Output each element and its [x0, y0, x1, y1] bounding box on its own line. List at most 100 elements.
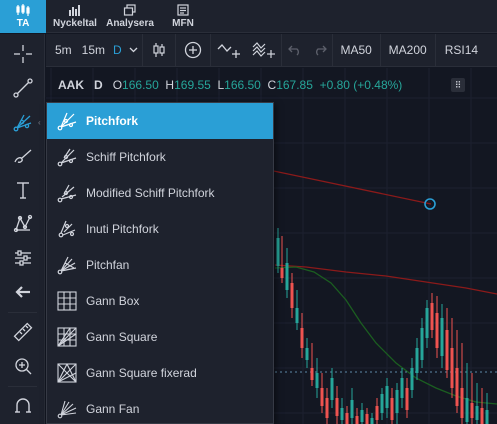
- menu-item-label: Inuti Pitchfork: [86, 222, 159, 236]
- candle-body: [420, 328, 424, 360]
- prediction-tool[interactable]: [0, 241, 45, 275]
- app-root: TA Nyckeltal Analysera MFN ‹ 5m 15m D MA…: [0, 0, 497, 424]
- measure-tool[interactable]: [0, 315, 45, 349]
- chevron-down-icon: [129, 47, 138, 53]
- plus-circle-icon: [184, 41, 201, 59]
- menu-item-schiff-pitchfork[interactable]: Schiff Pitchfork: [47, 139, 273, 175]
- menu-item-inside-pitchfork[interactable]: Inuti Pitchfork: [47, 211, 273, 247]
- ta-chart-icon: [16, 4, 30, 16]
- candle-body: [345, 413, 349, 424]
- candle-body: [375, 406, 379, 420]
- timeframe-d[interactable]: D: [110, 34, 125, 67]
- candle-body: [276, 238, 280, 266]
- windows-icon: [123, 4, 136, 16]
- candle-body: [455, 368, 459, 406]
- legend-low: 166.50: [224, 78, 261, 92]
- legend-high: 169.55: [174, 78, 211, 92]
- menu-item-pitchfan[interactable]: Pitchfan: [47, 247, 273, 283]
- legend-menu-button[interactable]: ⠿: [451, 78, 465, 92]
- tab-ta[interactable]: TA: [0, 0, 46, 33]
- magnet-icon: [14, 398, 31, 413]
- tab-mfn[interactable]: MFN: [166, 0, 200, 33]
- candle-body: [450, 348, 454, 388]
- gann-box-icon: [56, 290, 78, 312]
- legend-change: +0.80 (+0.48%): [319, 78, 403, 92]
- candle-body: [385, 386, 389, 408]
- indicator-ma200[interactable]: MA200: [381, 34, 435, 67]
- sliders-icon: [14, 250, 31, 266]
- back-tool[interactable]: [0, 275, 45, 309]
- pattern-tool[interactable]: [0, 207, 45, 241]
- trend-line-icon: [12, 78, 33, 98]
- menu-item-gann-square[interactable]: Gann Square: [47, 319, 273, 355]
- candle-body: [410, 368, 414, 390]
- candle-body: [295, 308, 299, 323]
- menu-item-gann-square-fixed[interactable]: Gann Square fixerad: [47, 355, 273, 391]
- bar-chart-icon: [69, 5, 80, 16]
- candle-body: [290, 283, 294, 308]
- trend-line-tool[interactable]: [0, 71, 45, 105]
- menu-item-pitchfork[interactable]: Pitchfork: [47, 103, 273, 139]
- menu-item-label: Pitchfan: [86, 258, 130, 272]
- candle-body: [415, 348, 419, 373]
- chart-type-button[interactable]: [143, 34, 175, 67]
- drawing-toolbar: ‹: [0, 34, 45, 424]
- candle-body: [380, 394, 384, 413]
- candle-body: [475, 406, 479, 420]
- text-tool[interactable]: [0, 173, 45, 207]
- legend-open: 166.50: [122, 78, 159, 92]
- menu-item-label: Modified Schiff Pitchfork: [86, 186, 215, 200]
- legend-interval: D: [94, 78, 103, 92]
- gann-square-fixed-icon: [56, 362, 78, 384]
- candle-body: [485, 410, 489, 424]
- indicators-button[interactable]: [211, 34, 247, 67]
- pitchfork-menu: Pitchfork Schiff Pitchfork Modified Schi…: [46, 102, 274, 424]
- candle-body: [465, 398, 469, 422]
- menu-item-gann-fan[interactable]: Gann Fan: [47, 391, 273, 424]
- menu-item-label: Gann Square: [86, 330, 158, 344]
- candle-body: [315, 373, 319, 388]
- compare-button[interactable]: [176, 34, 210, 67]
- undo-button[interactable]: [282, 34, 308, 67]
- menu-item-modified-schiff-pitchfork[interactable]: Modified Schiff Pitchfork: [47, 175, 273, 211]
- news-icon: [177, 4, 189, 16]
- zoom-tool[interactable]: [0, 349, 45, 383]
- indicator-ma50[interactable]: MA50: [333, 34, 380, 67]
- multi-indicator-icon: [252, 42, 275, 58]
- crosshair-tool[interactable]: [0, 37, 45, 71]
- candle-body: [470, 403, 474, 418]
- timeframe-15m[interactable]: 15m: [77, 34, 110, 67]
- candle-body: [280, 268, 284, 278]
- timeframe-dropdown[interactable]: [125, 34, 142, 67]
- tab-nyckeltal[interactable]: Nyckeltal: [50, 0, 100, 33]
- brush-tool[interactable]: [0, 139, 45, 173]
- timeframe-5m[interactable]: 5m: [46, 34, 77, 67]
- candle-body: [445, 330, 449, 370]
- tab-analysera[interactable]: Analysera: [104, 0, 156, 33]
- candle-body: [425, 308, 429, 338]
- candle-body: [305, 348, 309, 360]
- gann-square-icon: [56, 326, 78, 348]
- chart-legend: AAK D O166.50 H169.55 L166.50 C167.85 +0…: [58, 78, 402, 92]
- candle-body: [370, 418, 374, 424]
- top-tab-bar: TA Nyckeltal Analysera MFN: [0, 0, 497, 33]
- indicator-rsi14[interactable]: RSI14: [436, 34, 483, 67]
- candle-body: [430, 303, 434, 330]
- candle-body: [285, 263, 289, 290]
- candle-body: [330, 378, 334, 400]
- menu-item-label: Gann Square fixerad: [86, 366, 197, 380]
- schiff-pitchfork-icon: [56, 146, 78, 168]
- redo-button[interactable]: [308, 34, 332, 67]
- pitchfork-tool[interactable]: ‹: [0, 105, 45, 139]
- tab-mfn-label: MFN: [172, 18, 194, 29]
- candle-body: [340, 408, 344, 420]
- tab-nyckeltal-label: Nyckeltal: [53, 18, 97, 29]
- modified-schiff-pitchfork-icon: [56, 182, 78, 204]
- menu-item-gann-box[interactable]: Gann Box: [47, 283, 273, 319]
- templates-button[interactable]: [247, 34, 281, 67]
- magnet-tool[interactable]: [0, 389, 45, 423]
- toolbar-divider: [8, 386, 37, 387]
- menu-item-label: Gann Box: [86, 294, 140, 308]
- legend-close-label: C: [267, 78, 277, 92]
- pitchfan-icon: [56, 254, 78, 276]
